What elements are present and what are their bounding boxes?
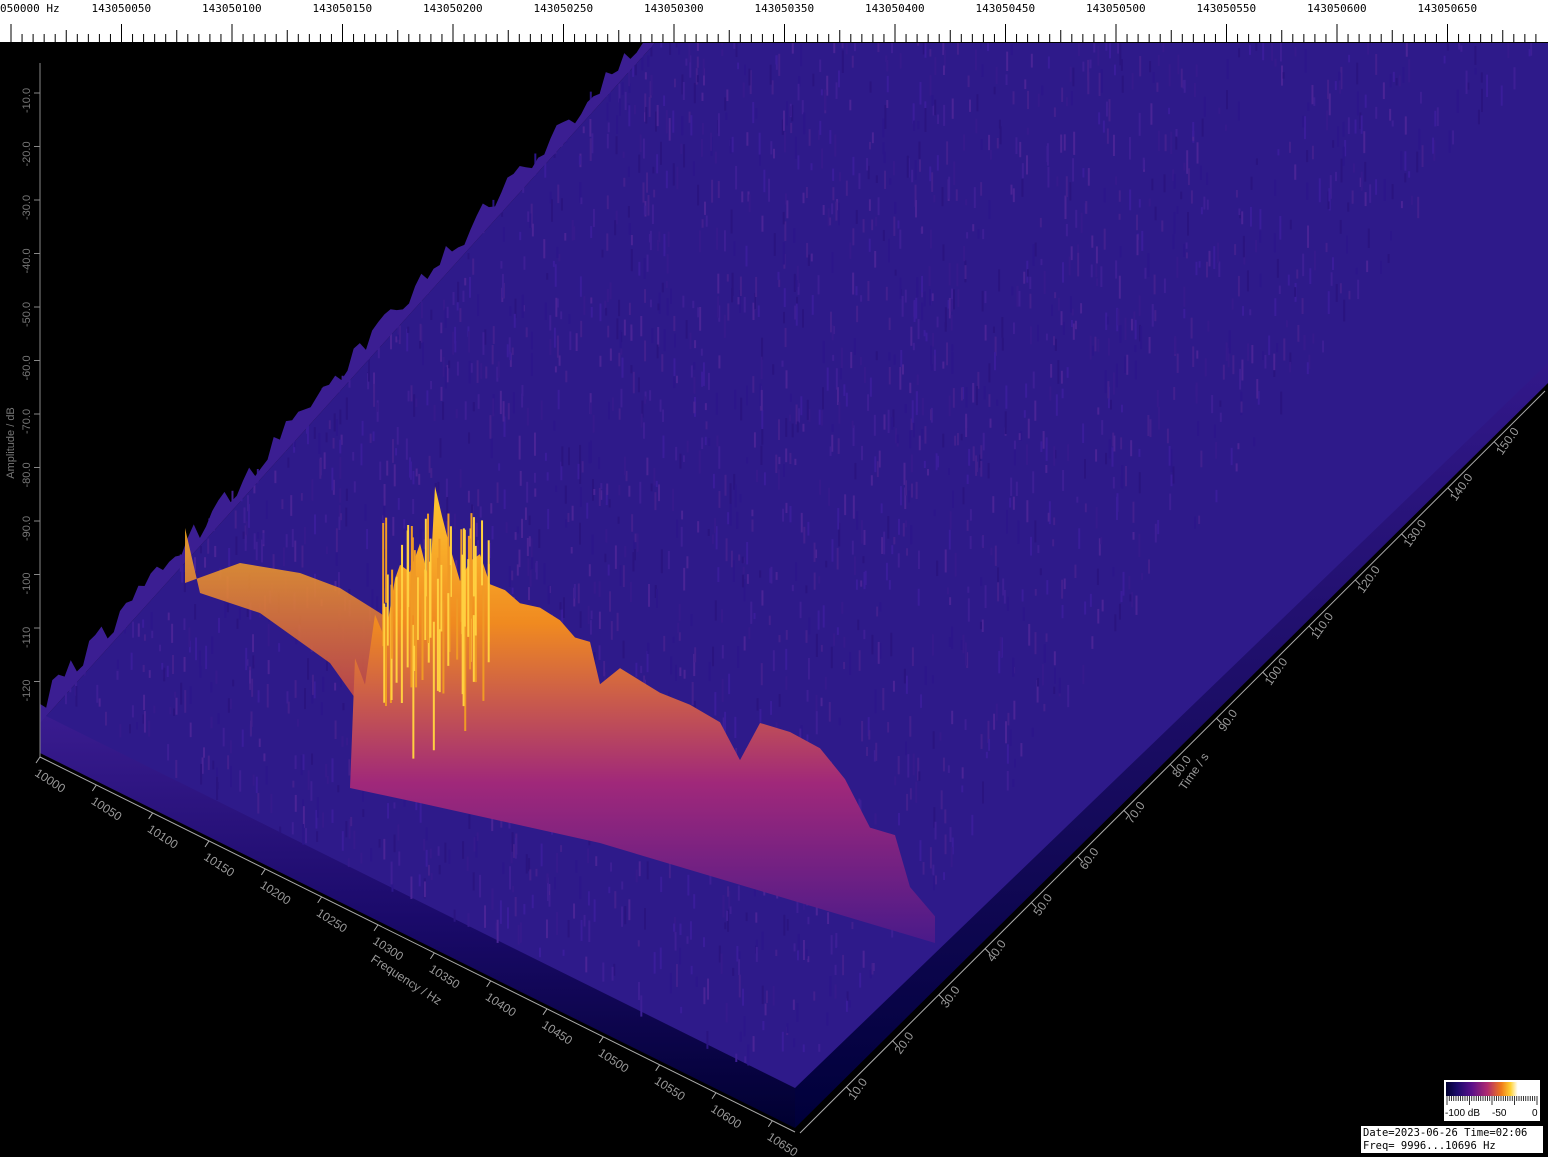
amplitude-tick-label: -70.0 xyxy=(21,409,33,434)
frequency-tick xyxy=(204,840,210,848)
frequency-tick-label: 10450 xyxy=(539,1018,575,1048)
frequency-tick-label: 10400 xyxy=(483,990,519,1020)
frequency-tick xyxy=(148,812,154,820)
amplitude-tick-label: -30.0 xyxy=(21,195,33,220)
ruler-label: 143050300 xyxy=(644,2,704,15)
frequency-tick xyxy=(711,1092,717,1100)
amplitude-tick-label: -10.0 xyxy=(21,88,33,113)
frequency-axis-label: Frequency / Hz xyxy=(368,952,444,1008)
frequency-tick-label: 10200 xyxy=(258,878,294,908)
ruler-label: 143050150 xyxy=(312,2,373,15)
frequency-tick xyxy=(429,952,435,960)
frequency-tick xyxy=(542,1008,548,1016)
info-date-time: Date=2023-06-26 Time=02:06 xyxy=(1363,1127,1528,1139)
frequency-tick xyxy=(767,1120,773,1128)
amplitude-axis: -10.0 -20.0 -30.0 -40.0 -50.0 -60.0 -70.0 -80.0… xyxy=(5,63,41,758)
ruler-label: 143050250 xyxy=(533,2,594,15)
frequency-tick xyxy=(91,784,97,792)
ruler-label: 143050450 xyxy=(975,2,1036,15)
color-scale-legend: -100 dB -50 0 xyxy=(1443,1079,1541,1122)
color-scale-ticks xyxy=(1446,1096,1538,1105)
amplitude-tick-label: -20.0 xyxy=(21,141,33,166)
ruler-label: 143050400 xyxy=(865,2,925,15)
frequency-tick xyxy=(598,1036,604,1044)
frequency-tick-label: 10100 xyxy=(145,822,181,852)
legend-mid-label: -50 xyxy=(1492,1108,1507,1119)
frequency-tick-label: 10050 xyxy=(89,794,125,824)
ruler-label: 143050650 xyxy=(1417,2,1478,15)
frequency-tick-label: 10000 xyxy=(32,766,68,796)
frequency-tick-label: 10600 xyxy=(708,1102,744,1132)
amplitude-tick-label: -120 xyxy=(21,679,33,701)
amplitude-tick-label: -80.0 xyxy=(21,462,33,487)
time-tick-label: 70.0 xyxy=(1123,799,1148,826)
frequency-tick xyxy=(260,868,266,876)
info-box: Date=2023-06-26 Time=02:06 Freq= 9996...… xyxy=(1360,1125,1544,1154)
ruler-label: 143050050 xyxy=(91,2,152,15)
frequency-tick xyxy=(373,924,379,932)
ruler-label: 143050600 xyxy=(1307,2,1367,15)
time-tick-label: 30.0 xyxy=(938,983,963,1010)
ruler-label: 143050500 xyxy=(1086,2,1146,15)
amplitude-tick-label: -90.0 xyxy=(21,516,33,541)
frequency-tick xyxy=(655,1064,661,1072)
spectrogram-3d-plot: -10.0 -20.0 -30.0 -40.0 -50.0 -60.0 -70.0 -80.0… xyxy=(5,43,1548,1157)
time-tick-label: 10.0 xyxy=(845,1075,870,1102)
frequency-tick-label: 10500 xyxy=(596,1046,632,1076)
info-frequency-range: Freq= 9996...10696 Hz xyxy=(1363,1140,1496,1152)
time-tick-label: 50.0 xyxy=(1030,891,1055,918)
ruler-label: 143050550 xyxy=(1196,2,1257,15)
amplitude-axis-label: Amplitude / dB xyxy=(5,407,17,479)
frequency-tick xyxy=(35,756,41,764)
ruler-label: 143050350 xyxy=(754,2,815,15)
ruler-label: 050000 Hz xyxy=(0,2,60,15)
amplitude-tick-label: -50.0 xyxy=(21,302,33,327)
amplitude-tick-label: -110 xyxy=(21,627,33,648)
time-tick-label: 90.0 xyxy=(1215,707,1240,734)
time-tick-label: 20.0 xyxy=(892,1029,917,1056)
amplitude-tick-label: -100 xyxy=(21,572,33,594)
amplitude-tick-label: -60.0 xyxy=(21,355,33,380)
frequency-tick xyxy=(317,896,323,904)
time-tick-label: 60.0 xyxy=(1077,845,1102,872)
frequency-tick-label: 10650 xyxy=(765,1130,801,1157)
frequency-tick-label: 10150 xyxy=(201,850,237,880)
frequency-tick-label: 10250 xyxy=(314,906,350,936)
ruler-label: 143050200 xyxy=(423,2,483,15)
time-tick-label: 40.0 xyxy=(984,937,1009,964)
legend-max-label: 0 xyxy=(1532,1108,1538,1119)
frequency-tick-label: 10550 xyxy=(652,1074,688,1104)
ruler-label: 143050100 xyxy=(202,2,262,15)
amplitude-tick-label: -40.0 xyxy=(21,248,33,273)
legend-min-label: -100 dB xyxy=(1445,1108,1481,1119)
frequency-ruler: 050000 Hz 143050050 143050100 143050150 1430… xyxy=(0,0,1548,43)
frequency-tick xyxy=(486,980,492,988)
color-scale-bar xyxy=(1446,1082,1538,1096)
